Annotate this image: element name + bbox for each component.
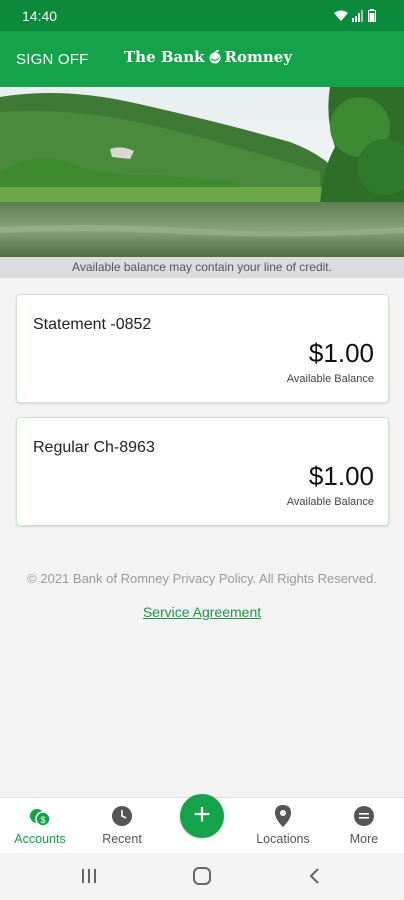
service-agreement-link[interactable]: Service Agreement [0, 604, 404, 620]
signal-icon [352, 10, 363, 22]
location-pin-icon [275, 805, 291, 827]
apple-logo-icon [209, 50, 221, 64]
tab-locations[interactable]: Locations [243, 798, 323, 854]
status-time: 14:40 [22, 8, 58, 24]
tab-label: More [349, 832, 379, 846]
brand-text-right: Romney [224, 48, 293, 66]
tab-label: Accounts [14, 832, 66, 846]
account-card[interactable]: Regular Ch-8963 $1.00 Available Balance [16, 417, 389, 526]
brand-text-left: The Bank [124, 48, 205, 66]
tab-accounts[interactable]: $ Accounts [0, 798, 80, 854]
accounts-icon: $ [30, 809, 51, 827]
account-card[interactable]: Statement -0852 $1.00 Available Balance [16, 294, 389, 403]
status-bar: 14:40 [0, 0, 404, 31]
account-name: Regular Ch-8963 [33, 439, 155, 456]
tab-label: Locations [256, 832, 310, 846]
sign-off-button[interactable]: SIGN OFF [16, 51, 88, 68]
add-button[interactable]: + [180, 794, 224, 838]
wifi-icon [334, 10, 348, 21]
tab-recent[interactable]: Recent [82, 798, 162, 854]
back-icon[interactable] [307, 867, 321, 885]
home-icon[interactable] [192, 867, 212, 885]
more-icon [354, 806, 374, 826]
app-header: SIGN OFF The Bank Romney [0, 31, 404, 87]
system-nav-bar [0, 853, 404, 900]
bank-logo: The Bank Romney [124, 48, 292, 66]
account-balance: $1.00 [308, 461, 374, 491]
recents-icon[interactable] [80, 867, 98, 885]
available-balance-label: Available Balance [286, 496, 374, 508]
copyright-text: © 2021 Bank of Romney Privacy Policy. Al… [27, 571, 377, 586]
status-icons [334, 9, 376, 22]
credit-notice: Available balance may contain your line … [0, 257, 404, 278]
tab-label: Recent [102, 832, 142, 846]
tab-more[interactable]: More [324, 798, 404, 854]
svg-text:$: $ [40, 815, 45, 825]
hero-landscape-image [0, 87, 404, 257]
account-name: Statement -0852 [33, 316, 152, 333]
account-balance: $1.00 [308, 338, 374, 368]
clock-icon [112, 806, 132, 826]
battery-icon [368, 9, 376, 22]
available-balance-label: Available Balance [286, 373, 374, 385]
